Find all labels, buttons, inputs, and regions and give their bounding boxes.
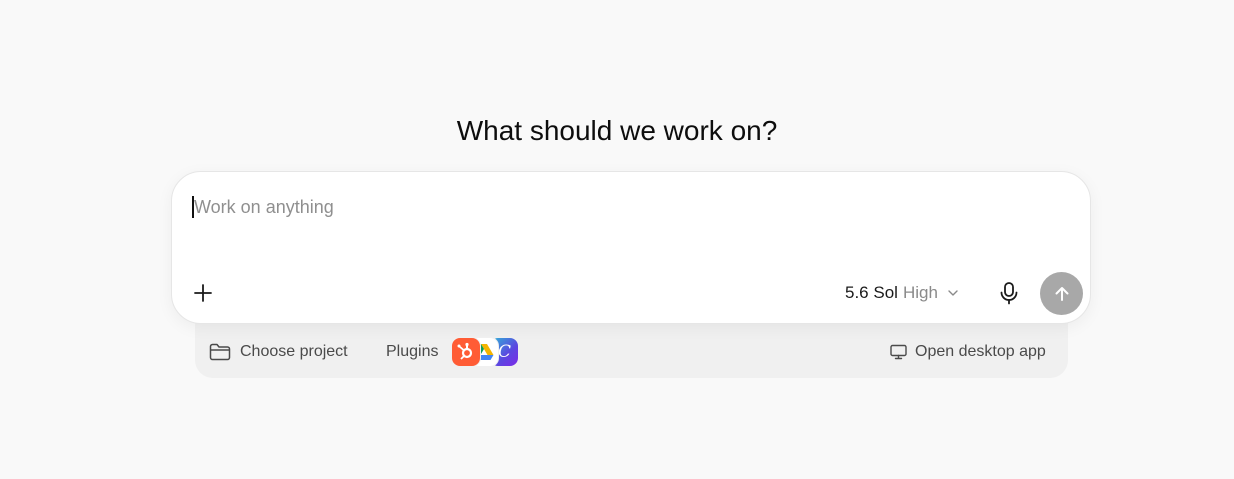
choose-project-label: Choose project (240, 343, 348, 360)
page: What should we work on? 5.6 Sol High (0, 0, 1234, 479)
open-desktop-app-label: Open desktop app (915, 343, 1046, 360)
arrow-up-icon (1055, 286, 1068, 301)
monitor-icon (890, 344, 907, 360)
composer: 5.6 Sol High (171, 171, 1091, 324)
model-selector[interactable]: 5.6 Sol High (845, 280, 960, 306)
hubspot-icon (451, 337, 482, 367)
plugins-label: Plugins (386, 343, 439, 360)
page-title: What should we work on? (456, 114, 778, 146)
microphone-icon (1000, 282, 1018, 305)
canva-glyph: C (497, 342, 511, 362)
chevron-down-icon (946, 286, 960, 300)
plugin-icon-stack: C (451, 337, 521, 367)
model-name: 5.6 Sol (845, 283, 898, 302)
plugins-button[interactable]: Plugins C (386, 336, 521, 368)
model-effort-level: High (902, 283, 938, 302)
open-desktop-app-button[interactable]: Open desktop app (890, 339, 1046, 365)
add-attachment-button[interactable] (186, 276, 220, 310)
prompt-input[interactable] (192, 192, 1054, 222)
voice-input-button[interactable] (994, 278, 1024, 308)
choose-project-button[interactable]: Choose project (209, 339, 348, 365)
plus-icon (194, 284, 212, 302)
send-button[interactable] (1040, 272, 1083, 315)
folder-icon (209, 343, 231, 361)
